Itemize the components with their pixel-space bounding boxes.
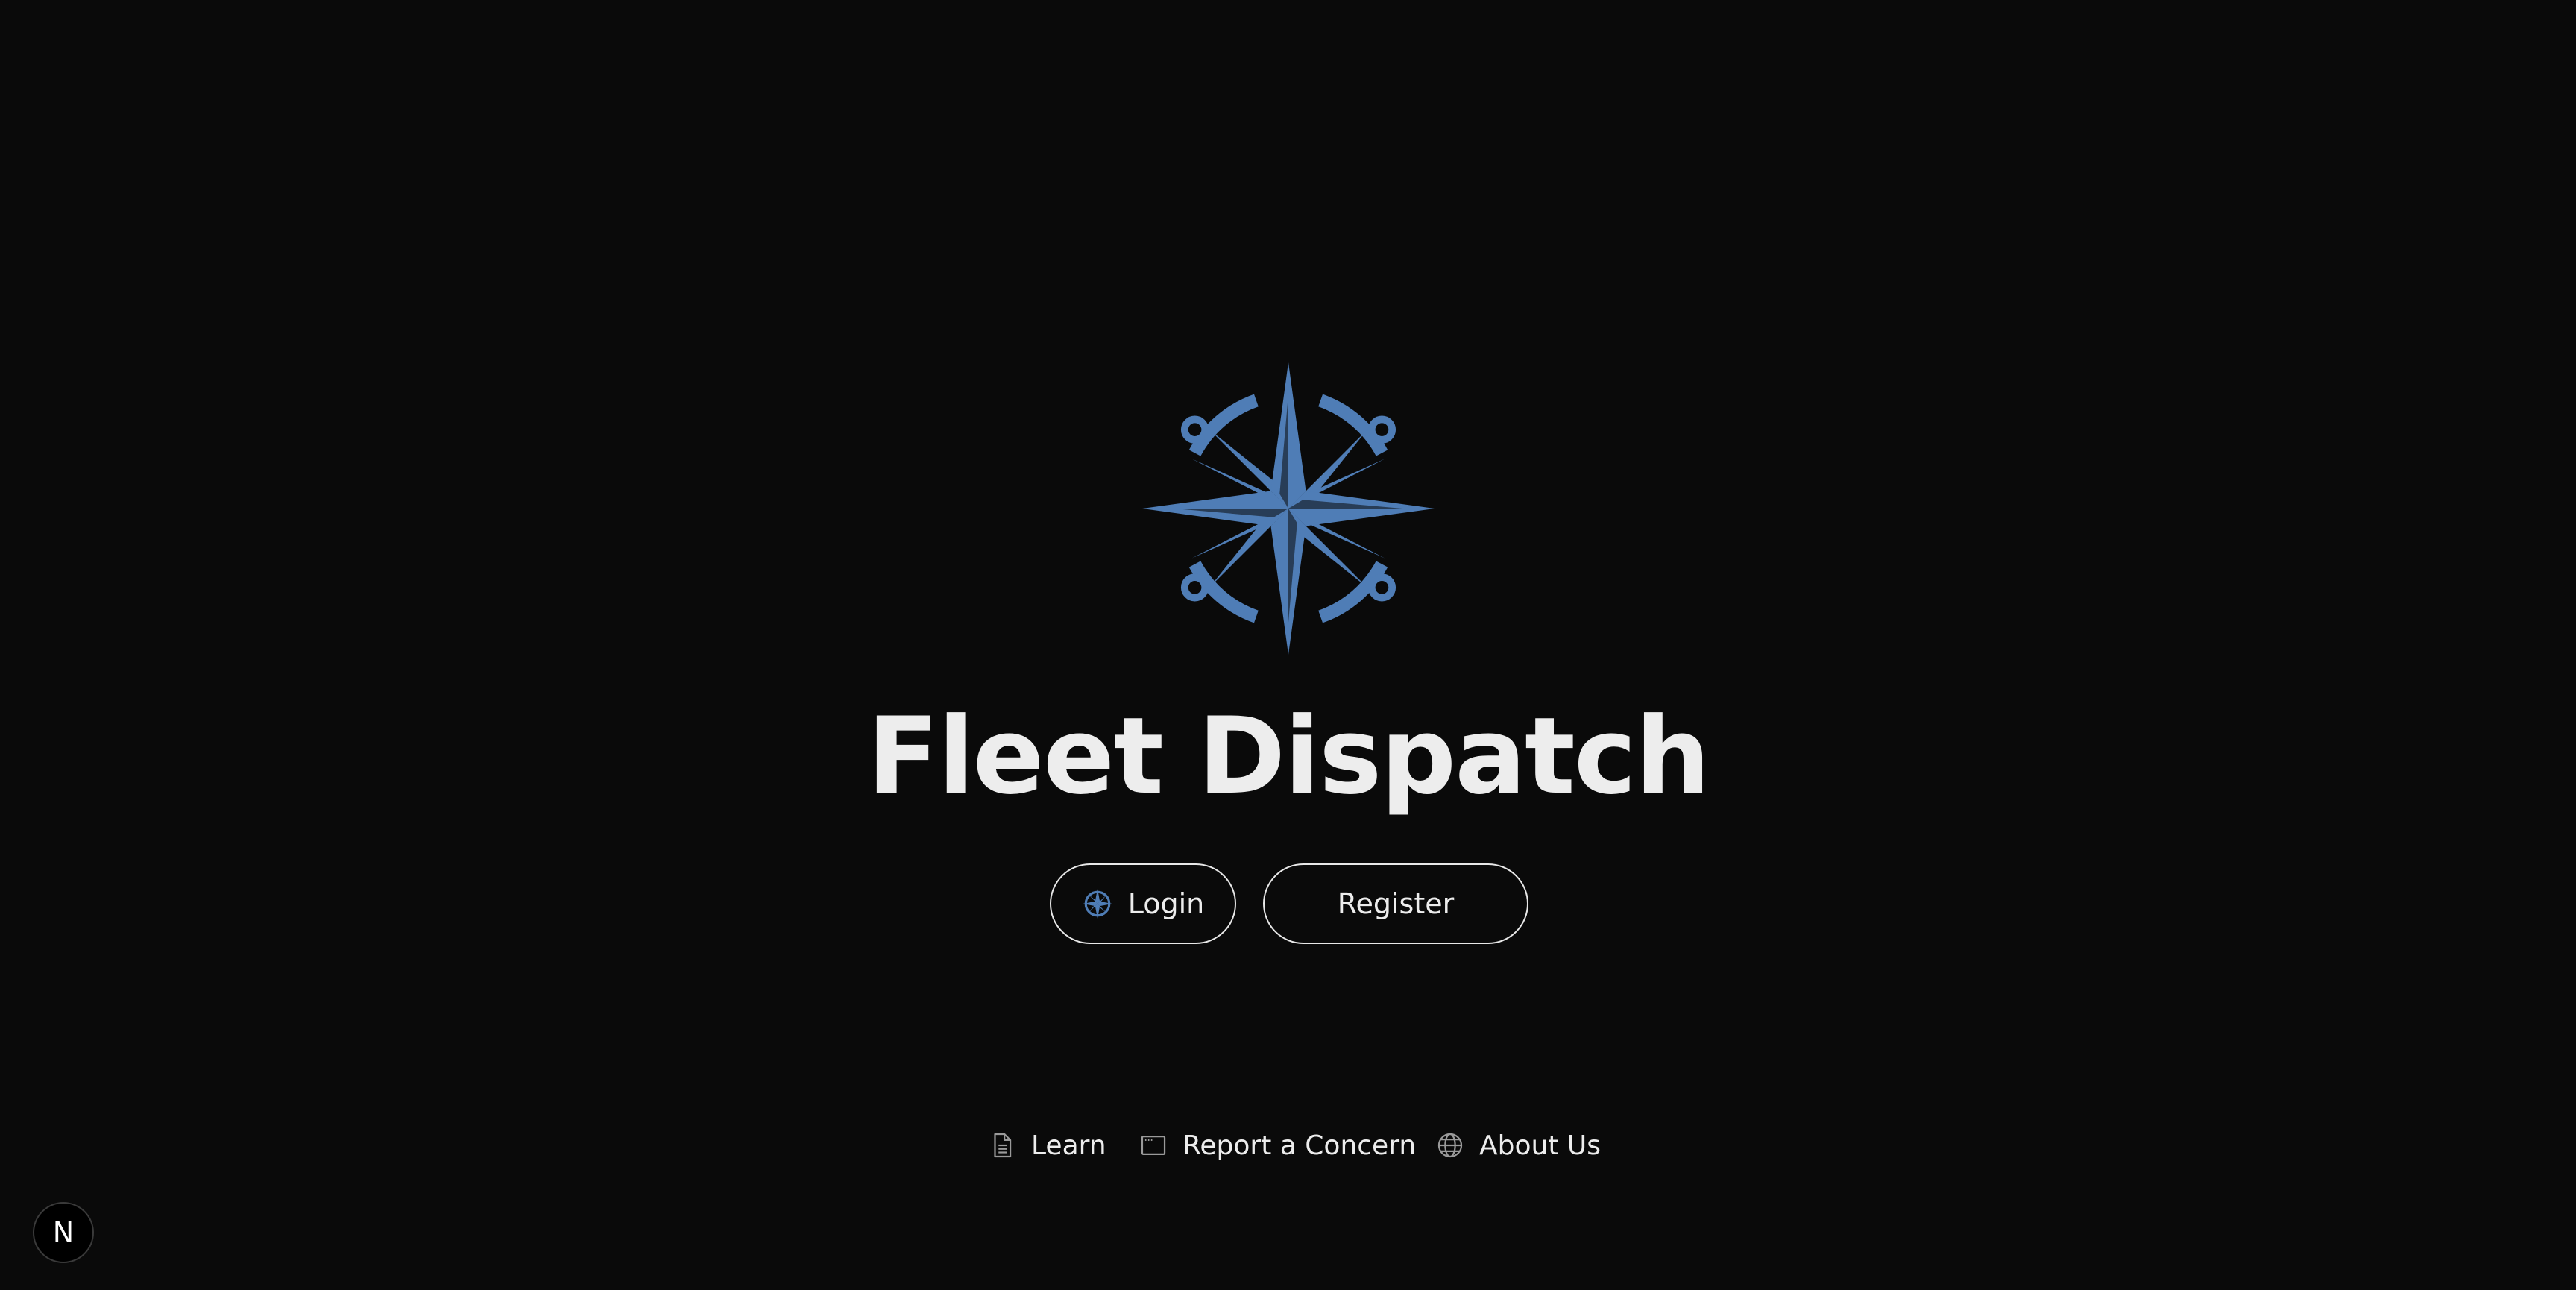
- page-title: Fleet Dispatch: [866, 695, 1710, 818]
- nextjs-dev-indicator[interactable]: N: [33, 1202, 94, 1263]
- register-button-label: Register: [1337, 887, 1455, 920]
- globe-icon: [1436, 1131, 1464, 1160]
- register-button[interactable]: Register: [1263, 863, 1528, 944]
- footer-link-report-a-concern[interactable]: Report a Concern: [1139, 1124, 1416, 1166]
- app-logo: [1140, 362, 1437, 655]
- footer-link-about-us[interactable]: About Us: [1436, 1124, 1601, 1166]
- footer-link-label: Report a Concern: [1182, 1130, 1417, 1161]
- login-button[interactable]: Login: [1050, 863, 1236, 944]
- file-icon: [988, 1131, 1016, 1160]
- window-icon: [1139, 1131, 1168, 1160]
- compass-rose-icon: [1142, 362, 1435, 655]
- footer-link-learn[interactable]: Learn: [988, 1124, 1106, 1166]
- footer-link-label: About Us: [1479, 1130, 1601, 1161]
- footer-link-label: Learn: [1031, 1130, 1106, 1161]
- nextjs-logo-icon: N: [52, 1216, 75, 1249]
- compass-rose-icon: [1082, 888, 1113, 919]
- login-button-label: Login: [1127, 887, 1205, 920]
